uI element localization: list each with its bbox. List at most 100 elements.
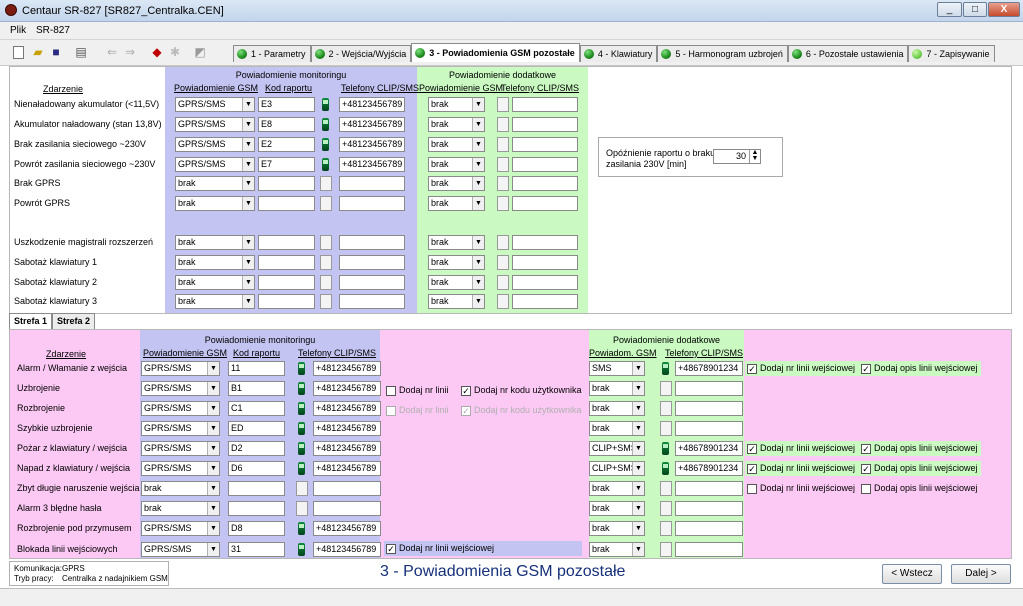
zone-phone-button[interactable] xyxy=(296,461,308,476)
phone-field[interactable]: +48123456789 xyxy=(339,157,405,172)
phone-button[interactable] xyxy=(320,157,332,172)
tab-strefa-2[interactable]: Strefa 2 xyxy=(52,313,96,329)
phone2-button[interactable] xyxy=(497,117,509,132)
zone-report-code-field[interactable]: C1 xyxy=(228,401,285,416)
checkbox-input-desc[interactable]: ✓ xyxy=(861,444,871,454)
zone-phone-field[interactable]: +48123456789 xyxy=(313,461,381,476)
zone-phone-field[interactable]: +48123456789 xyxy=(313,521,381,536)
gsm2-select[interactable]: brak ▼ xyxy=(428,196,485,211)
checkbox-input-desc[interactable] xyxy=(861,484,871,494)
gsm-select[interactable]: brak ▼ xyxy=(175,275,255,290)
report-code-field[interactable]: E7 xyxy=(258,157,315,172)
zone-report-code-field[interactable] xyxy=(228,481,285,496)
zone-phone-button[interactable] xyxy=(296,361,308,376)
phone-button[interactable] xyxy=(320,275,332,290)
zone-phone2-button[interactable] xyxy=(660,361,672,376)
phone2-field[interactable] xyxy=(512,176,578,191)
save-icon[interactable]: ■ xyxy=(48,45,64,60)
checkbox-input-nr[interactable]: ✓ xyxy=(747,464,757,474)
report-code-field[interactable] xyxy=(258,255,315,270)
zone-gsm-select[interactable]: GPRS/SMS ▼ xyxy=(141,381,220,396)
tab-klawiatury[interactable]: 4 - Klawiatury xyxy=(579,45,658,62)
zone-phone2-field[interactable] xyxy=(675,521,743,536)
report-code-field[interactable]: E8 xyxy=(258,117,315,132)
tab-zapisywanie[interactable]: 7 - Zapisywanie xyxy=(908,45,995,62)
zone-phone-button[interactable] xyxy=(296,401,308,416)
zone-phone2-button[interactable] xyxy=(660,501,672,516)
phone2-button[interactable] xyxy=(497,294,509,309)
gsm2-select[interactable]: brak ▼ xyxy=(428,275,485,290)
checkbox-input-desc[interactable]: ✓ xyxy=(861,364,871,374)
gsm-select[interactable]: GPRS/SMS ▼ xyxy=(175,117,255,132)
phone2-button[interactable] xyxy=(497,97,509,112)
close-button[interactable]: X xyxy=(988,2,1020,17)
checkbox-line-nr[interactable] xyxy=(386,386,396,396)
phone-button[interactable] xyxy=(320,176,332,191)
gsm2-select[interactable]: brak ▼ xyxy=(428,117,485,132)
write-icon[interactable]: ⇒ xyxy=(122,45,138,60)
open-folder-icon[interactable]: ▰ xyxy=(30,45,46,60)
zone-report-code-field[interactable]: 11 xyxy=(228,361,285,376)
next-button[interactable]: Dalej > xyxy=(951,564,1011,584)
disconnect-icon[interactable]: ✱ xyxy=(167,45,183,60)
report-code-field[interactable] xyxy=(258,176,315,191)
gsm-select[interactable]: brak ▼ xyxy=(175,176,255,191)
zone-gsm2-select[interactable]: CLIP+SMS ▼ xyxy=(589,441,645,456)
zone-phone-button[interactable] xyxy=(296,521,308,536)
phone2-button[interactable] xyxy=(497,137,509,152)
phone2-button[interactable] xyxy=(497,275,509,290)
zone-phone-field[interactable]: +48123456789 xyxy=(313,441,381,456)
zone-phone-button[interactable] xyxy=(296,441,308,456)
tab-wejscia-wyjscia[interactable]: 2 - Wejścia/Wyjścia xyxy=(310,45,412,62)
zone-report-code-field[interactable]: D2 xyxy=(228,441,285,456)
phone-field[interactable]: +48123456789 xyxy=(339,137,405,152)
gsm-select[interactable]: GPRS/SMS ▼ xyxy=(175,97,255,112)
phone-field[interactable] xyxy=(339,196,405,211)
report-code-field[interactable] xyxy=(258,294,315,309)
gsm2-select[interactable]: brak ▼ xyxy=(428,137,485,152)
zone-phone-field[interactable]: +48123456789 xyxy=(313,542,381,557)
settings-icon[interactable]: ◩ xyxy=(192,45,208,60)
zone-gsm-select[interactable]: GPRS/SMS ▼ xyxy=(141,401,220,416)
zone-phone-field[interactable]: +48123456789 xyxy=(313,421,381,436)
gsm2-select[interactable]: brak ▼ xyxy=(428,255,485,270)
zone-gsm-select[interactable]: GPRS/SMS ▼ xyxy=(141,542,220,557)
gsm2-select[interactable]: brak ▼ xyxy=(428,176,485,191)
phone2-button[interactable] xyxy=(497,176,509,191)
phone-field[interactable] xyxy=(339,176,405,191)
zone-report-code-field[interactable]: ED xyxy=(228,421,285,436)
tab-powiadomienia-gsm[interactable]: 3 - Powiadomienia GSM pozostałe xyxy=(411,43,580,62)
tab-harmonogram[interactable]: 5 - Harmonogram uzbrojeń xyxy=(657,45,788,62)
checkbox-input-nr[interactable]: ✓ xyxy=(747,444,757,454)
report-code-field[interactable] xyxy=(258,196,315,211)
report-code-field[interactable]: E3 xyxy=(258,97,315,112)
phone-field[interactable] xyxy=(339,255,405,270)
phone-field[interactable] xyxy=(339,235,405,250)
gsm2-select[interactable]: brak ▼ xyxy=(428,157,485,172)
print-icon[interactable]: ▤ xyxy=(73,45,89,60)
phone-button[interactable] xyxy=(320,137,332,152)
back-button[interactable]: < Wstecz xyxy=(882,564,942,584)
zone-gsm2-select[interactable]: brak ▼ xyxy=(589,421,645,436)
zone-phone-field[interactable]: +48123456789 xyxy=(313,381,381,396)
phone2-field[interactable] xyxy=(512,235,578,250)
zone-phone-button[interactable] xyxy=(296,501,308,516)
zone-gsm-select[interactable]: GPRS/SMS ▼ xyxy=(141,421,220,436)
tab-parametry[interactable]: 1 - Parametry xyxy=(233,45,311,62)
report-code-field[interactable]: E2 xyxy=(258,137,315,152)
minimize-button[interactable]: _ xyxy=(937,2,962,17)
phone-field[interactable]: +48123456789 xyxy=(339,97,405,112)
phone-button[interactable] xyxy=(320,196,332,211)
read-icon[interactable]: ⇐ xyxy=(104,45,120,60)
zone-gsm2-select[interactable]: brak ▼ xyxy=(589,521,645,536)
zone-phone2-button[interactable] xyxy=(660,542,672,557)
zone-gsm-select[interactable]: GPRS/SMS ▼ xyxy=(141,521,220,536)
zone-gsm2-select[interactable]: brak ▼ xyxy=(589,481,645,496)
zone-report-code-field[interactable]: 31 xyxy=(228,542,285,557)
zone-phone-button[interactable] xyxy=(296,421,308,436)
zone-phone2-field[interactable] xyxy=(675,401,743,416)
gsm-select[interactable]: brak ▼ xyxy=(175,294,255,309)
checkbox-input-nr[interactable] xyxy=(747,484,757,494)
phone-button[interactable] xyxy=(320,235,332,250)
phone-field[interactable] xyxy=(339,294,405,309)
